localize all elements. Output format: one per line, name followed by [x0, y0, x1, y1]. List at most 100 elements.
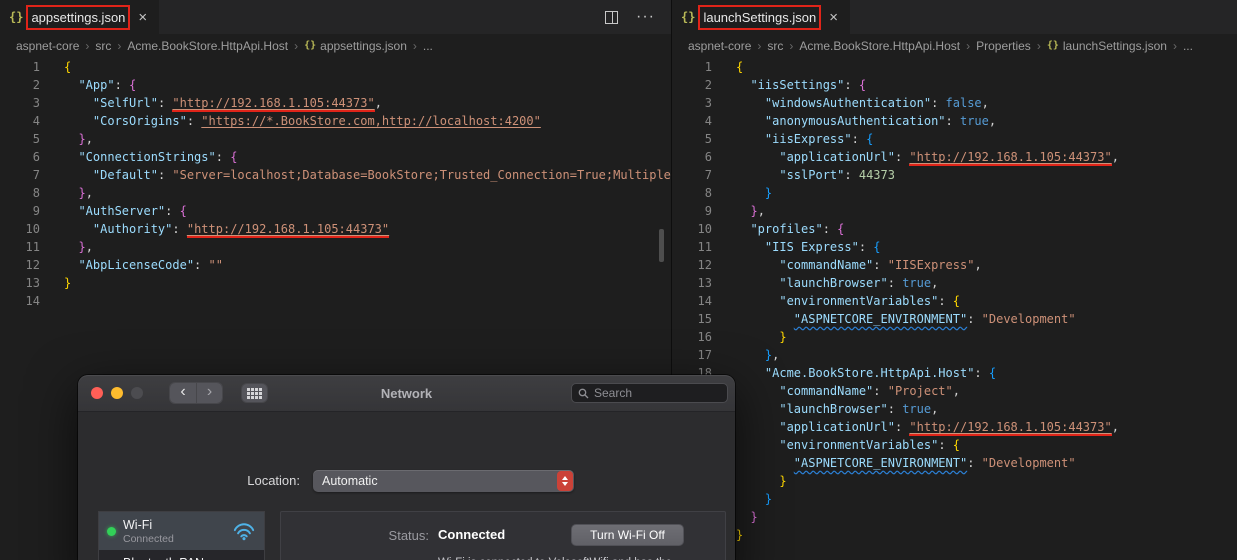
line-number: 7 — [704, 168, 712, 182]
code-line: 1{ — [0, 58, 671, 76]
code-line: 5 "iisExpress": { — [672, 130, 1237, 148]
tab-label: launchSettings.json — [698, 4, 822, 30]
code-line: 2 "App": { — [0, 76, 671, 94]
code-line: 10 "profiles": { — [672, 220, 1237, 238]
code-line: 9 "AuthServer": { — [0, 202, 671, 220]
breadcrumb-item[interactable]: {} launchSettings.json — [1047, 39, 1167, 53]
network-window: ‹ › Network Search Location: Automatic W… — [78, 375, 735, 560]
line-number: 2 — [704, 78, 712, 92]
status-value: Connected — [438, 527, 506, 542]
breadcrumb-separator: › — [1172, 38, 1177, 53]
breadcrumb-separator: › — [294, 38, 299, 53]
close-tab-icon[interactable]: × — [138, 10, 147, 25]
code-line: 16 } — [672, 328, 1237, 346]
service-row-bluetooth[interactable]: Bluetooth PAN Not Connected — [99, 550, 264, 560]
line-number: 10 — [697, 222, 712, 236]
tab-bar-right: {} launchSettings.json × — [672, 0, 1237, 34]
line-number: 14 — [25, 294, 40, 308]
line-number: 7 — [32, 168, 40, 182]
code-line: 15 "ASPNETCORE_ENVIRONMENT": "Developmen… — [672, 310, 1237, 328]
line-number: 2 — [32, 78, 40, 92]
line-number: 6 — [32, 150, 40, 164]
breadcrumb-item[interactable]: ... — [1183, 39, 1193, 53]
line-number: 13 — [25, 276, 40, 290]
more-actions-icon[interactable]: ··· — [636, 8, 655, 26]
code-line: 19 "commandName": "Project", — [672, 382, 1237, 400]
location-dropdown[interactable]: Automatic — [313, 470, 574, 492]
breadcrumb-item[interactable]: {} appsettings.json — [304, 39, 407, 53]
line-number: 10 — [25, 222, 40, 236]
line-number: 11 — [697, 240, 712, 254]
breadcrumb-separator: › — [757, 38, 762, 53]
network-body: Location: Automatic Wi-Fi Connected Stat… — [78, 412, 735, 560]
code-line: 14 "environmentVariables": { — [672, 292, 1237, 310]
tab-appsettings[interactable]: {} appsettings.json × — [0, 0, 160, 34]
editor-actions: ··· — [605, 0, 671, 34]
line-number: 5 — [704, 132, 712, 146]
show-all-grid-icon[interactable] — [241, 383, 268, 403]
code-launchsettings[interactable]: 1{2 "iisSettings": {3 "windowsAuthentica… — [672, 57, 1237, 544]
code-line: 17 }, — [672, 346, 1237, 364]
zoom-window-button[interactable] — [131, 387, 143, 399]
code-line: 25 } — [672, 490, 1237, 508]
code-line: 4 "CorsOrigins": "https://*.BookStore.co… — [0, 112, 671, 130]
connection-info: Wi-Fi is connected to VolosoftWifi and h… — [438, 556, 672, 560]
tab-launchsettings[interactable]: {} launchSettings.json × — [672, 0, 850, 34]
search-placeholder: Search — [594, 386, 633, 400]
code-line: 1{ — [672, 58, 1237, 76]
code-line: 10 "Authority": "http://192.168.1.105:44… — [0, 220, 671, 238]
network-titlebar[interactable]: ‹ › Network Search — [78, 375, 735, 412]
line-number: 4 — [704, 114, 712, 128]
line-number: 3 — [704, 96, 712, 110]
turn-wifi-off-button[interactable]: Turn Wi-Fi Off — [571, 524, 684, 546]
breadcrumb-item[interactable]: src — [95, 39, 111, 53]
split-editor-icon[interactable] — [605, 10, 619, 24]
forward-button[interactable]: › — [196, 383, 222, 403]
service-row-wifi[interactable]: Wi-Fi Connected — [99, 512, 264, 550]
line-number: 4 — [32, 114, 40, 128]
code-line: 27} — [672, 526, 1237, 544]
service-name: Bluetooth PAN — [123, 556, 229, 560]
code-line: 2 "iisSettings": { — [672, 76, 1237, 94]
search-icon — [578, 388, 589, 398]
line-number: 3 — [32, 96, 40, 110]
code-line: 9 }, — [672, 202, 1237, 220]
line-number: 16 — [697, 330, 712, 344]
line-number: 1 — [704, 60, 712, 74]
minimize-window-button[interactable] — [111, 387, 123, 399]
nav-buttons: ‹ › — [169, 382, 223, 404]
service-name: Wi-Fi — [123, 517, 153, 532]
close-tab-icon[interactable]: × — [829, 10, 838, 25]
json-file-icon: {} — [1046, 40, 1059, 51]
breadcrumb-item[interactable]: Acme.BookStore.HttpApi.Host — [127, 39, 288, 53]
code-line: 20 "launchBrowser": true, — [672, 400, 1237, 418]
breadcrumb-item[interactable]: aspnet-core — [16, 39, 79, 53]
code-line: 6 "ConnectionStrings": { — [0, 148, 671, 166]
breadcrumb-separator: › — [85, 38, 90, 53]
close-window-button[interactable] — [91, 387, 103, 399]
breadcrumb-item[interactable]: Acme.BookStore.HttpApi.Host — [799, 39, 960, 53]
code-line: 24 } — [672, 472, 1237, 490]
code-line: 13 "launchBrowser": true, — [672, 274, 1237, 292]
code-line: 22 "environmentVariables": { — [672, 436, 1237, 454]
location-value: Automatic — [322, 474, 378, 488]
code-line: 6 "applicationUrl": "http://192.168.1.10… — [672, 148, 1237, 166]
code-line: 11 }, — [0, 238, 671, 256]
code-appsettings[interactable]: 1{2 "App": {3 "SelfUrl": "http://192.168… — [0, 57, 671, 310]
breadcrumb-item[interactable]: ... — [423, 39, 433, 53]
scrollbar-thumb[interactable] — [659, 229, 664, 262]
connection-info-line1: Wi-Fi is connected to VolosoftWifi and h… — [438, 556, 672, 560]
line-number: 8 — [704, 186, 712, 200]
code-line: 5 }, — [0, 130, 671, 148]
breadcrumb-item[interactable]: Properties — [976, 39, 1031, 53]
breadcrumb-item[interactable]: aspnet-core — [688, 39, 751, 53]
breadcrumb-separator: › — [966, 38, 971, 53]
search-field[interactable]: Search — [571, 383, 728, 403]
code-line: 3 "windowsAuthentication": false, — [672, 94, 1237, 112]
breadcrumb-item[interactable]: src — [767, 39, 783, 53]
editor-pane-launchsettings: {} launchSettings.json × aspnet-core › src… — [671, 0, 1237, 560]
code-line: 8 }, — [0, 184, 671, 202]
code-line: 7 "Default": "Server=localhost;Database=… — [0, 166, 671, 184]
back-button[interactable]: ‹ — [170, 383, 196, 403]
line-number: 5 — [32, 132, 40, 146]
